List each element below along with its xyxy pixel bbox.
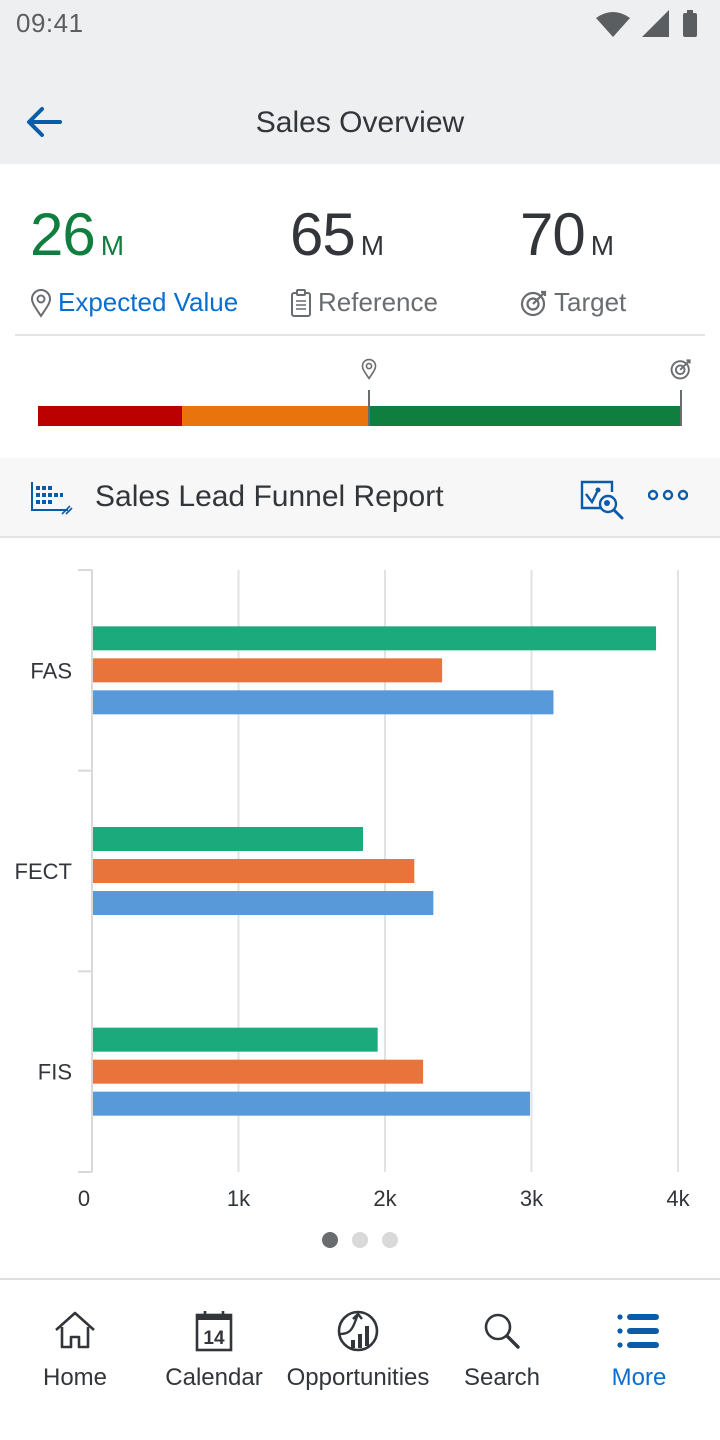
overflow-button[interactable] xyxy=(647,488,689,507)
tab-label: Opportunities xyxy=(286,1364,430,1391)
kpi-value: 65 M xyxy=(290,200,438,281)
battery-icon xyxy=(683,10,697,37)
tab-label: Home xyxy=(42,1364,108,1391)
kpi-value: 70 M xyxy=(520,200,626,281)
bullet-bar xyxy=(38,406,682,426)
tab-label: Calendar xyxy=(165,1364,263,1391)
more-list-icon xyxy=(617,1314,659,1348)
tab-calendar[interactable]: 14 Calendar xyxy=(142,1308,286,1392)
bullet-segment-warning xyxy=(182,406,369,426)
clipboard-icon xyxy=(291,288,311,317)
tab-label: Search xyxy=(463,1364,541,1391)
bar-fect-series-2 xyxy=(93,859,415,883)
kpi-reference: 65 M Reference xyxy=(290,200,438,318)
drill-down-icon xyxy=(580,480,624,520)
tab-opportunities[interactable]: Opportunities xyxy=(286,1308,430,1392)
bar-fis-series-2 xyxy=(93,1059,424,1084)
bar-chart: 0 1k 2k 3k 4k FAS FECT FIS xyxy=(15,569,691,1211)
card-header: Sales Lead Funnel Report xyxy=(0,458,720,538)
opportunities-icon xyxy=(337,1310,379,1352)
page-title: Sales Overview xyxy=(255,106,465,139)
kpi-number: 26 xyxy=(30,201,96,268)
x-tick-label: 4k xyxy=(666,1186,690,1211)
kpi-label-row: Target xyxy=(520,287,626,318)
bullet-chart xyxy=(0,336,720,456)
x-tick-label: 0 xyxy=(78,1186,90,1211)
app-bar: Sales Overview xyxy=(0,56,720,164)
kpi-number: 65 xyxy=(290,201,356,268)
expected-value-link[interactable]: Expected Value xyxy=(30,287,238,318)
kpi-number: 70 xyxy=(520,201,586,268)
target-marker xyxy=(680,390,682,426)
bullet-segment-good xyxy=(369,406,682,426)
target-icon xyxy=(670,359,691,380)
bar-fect-series-3 xyxy=(93,891,434,915)
target-icon xyxy=(520,290,547,316)
calendar-day: 14 xyxy=(203,1328,225,1349)
status-icons xyxy=(596,10,698,38)
kpi-header: 26 M Expected Value 65 M Reference 70 M Tar… xyxy=(0,164,720,336)
card-title: Sales Lead Funnel Report xyxy=(95,480,444,513)
tab-label: More xyxy=(611,1364,667,1391)
x-tick-label: 2k xyxy=(373,1186,397,1211)
search-icon xyxy=(484,1313,520,1349)
bar-fect-series-1 xyxy=(93,827,364,851)
kpi-label-row: Reference xyxy=(290,287,438,318)
kpi-unit: M xyxy=(100,230,125,261)
status-bar: 09:41 xyxy=(0,0,720,56)
tab-more[interactable]: More xyxy=(567,1308,711,1392)
category-label: FECT xyxy=(15,859,72,884)
kpi-label: Expected Value xyxy=(58,287,239,317)
location-pin-icon xyxy=(361,358,377,380)
calendar-icon: 14 xyxy=(195,1311,233,1352)
status-time: 09:41 xyxy=(16,8,84,38)
bar-fas-series-3 xyxy=(93,690,554,715)
tab-home[interactable]: Home xyxy=(3,1308,147,1392)
page-dot-2[interactable] xyxy=(352,1232,368,1248)
bullet-segment-critical xyxy=(38,406,183,426)
kpi-value: 26 M xyxy=(30,200,238,281)
category-label: FIS xyxy=(38,1060,72,1085)
kpi-label: Target xyxy=(554,287,627,317)
bar-fas-series-2 xyxy=(93,658,443,683)
category-label: FAS xyxy=(30,658,72,683)
x-tick-label: 1k xyxy=(227,1186,251,1211)
overflow-icon xyxy=(647,489,689,501)
home-icon xyxy=(55,1311,95,1349)
bar-fis-series-3 xyxy=(93,1091,531,1116)
wifi-icon xyxy=(596,12,630,37)
sales-lead-funnel-chart: 0 1k 2k 3k 4k FAS FECT FIS xyxy=(0,540,720,1240)
kpi-unit: M xyxy=(360,230,385,261)
page-dot-1[interactable] xyxy=(322,1232,338,1248)
horizontal-bar-chart-icon xyxy=(31,482,73,515)
signal-icon xyxy=(642,10,669,37)
bar-fas-series-1 xyxy=(93,626,657,651)
expected-value-marker xyxy=(368,390,371,426)
page-dot-3[interactable] xyxy=(382,1232,398,1248)
location-pin-icon xyxy=(30,288,52,318)
bottom-tab-bar: Home 14 Calendar Opportunities Search Mo… xyxy=(0,1278,720,1440)
drill-down-button[interactable] xyxy=(580,480,626,525)
page-indicator xyxy=(0,1232,720,1248)
kpi-label: Reference xyxy=(318,287,438,317)
kpi-target: 70 M Target xyxy=(520,200,626,318)
kpi-expected-value: 26 M Expected Value xyxy=(30,200,238,318)
x-tick-label: 3k xyxy=(520,1186,544,1211)
tab-search[interactable]: Search xyxy=(430,1308,574,1392)
kpi-unit: M xyxy=(590,230,615,261)
bar-fis-series-1 xyxy=(93,1027,378,1052)
